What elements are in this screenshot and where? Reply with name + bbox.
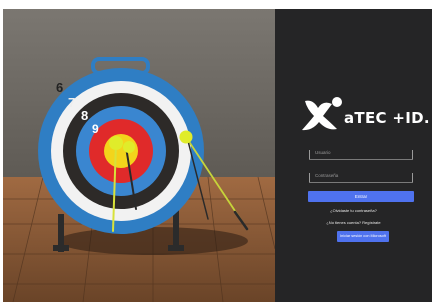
brand-logo: aTEC +ID. xyxy=(299,95,430,133)
password-field-edge-right xyxy=(412,173,413,182)
atec-logo-mark-icon xyxy=(302,97,342,131)
login-window: 6 7 8 9 aTEC +ID. Usuario Entrar ¿Olvida… xyxy=(3,9,432,302)
register-link[interactable]: ¿No tienes cuenta? Regístrate xyxy=(275,220,432,225)
sign-in-button[interactable]: Entrar xyxy=(308,191,414,202)
brand-name: aTEC +ID. xyxy=(344,109,430,127)
archery-target-photo: 6 7 8 9 xyxy=(3,9,275,302)
login-panel: aTEC +ID. Entrar ¿Olvidaste tu contraseñ… xyxy=(275,9,432,302)
password-input[interactable] xyxy=(309,169,413,183)
target-shadow xyxy=(58,227,248,255)
ring-number-6: 6 xyxy=(56,80,63,95)
background-photo-illustration: 6 7 8 9 xyxy=(3,9,275,302)
username-field-edge-right xyxy=(412,150,413,159)
ring-number-9: 9 xyxy=(92,122,99,136)
microsoft-sign-in-button[interactable]: Iniciar sesión con Microsoft xyxy=(337,231,389,242)
username-input[interactable] xyxy=(309,146,413,160)
forgot-password-link[interactable]: ¿Olvidaste tu contraseña? xyxy=(275,208,432,213)
ring-number-8: 8 xyxy=(81,108,88,123)
ring-number-7: 7 xyxy=(68,95,75,110)
